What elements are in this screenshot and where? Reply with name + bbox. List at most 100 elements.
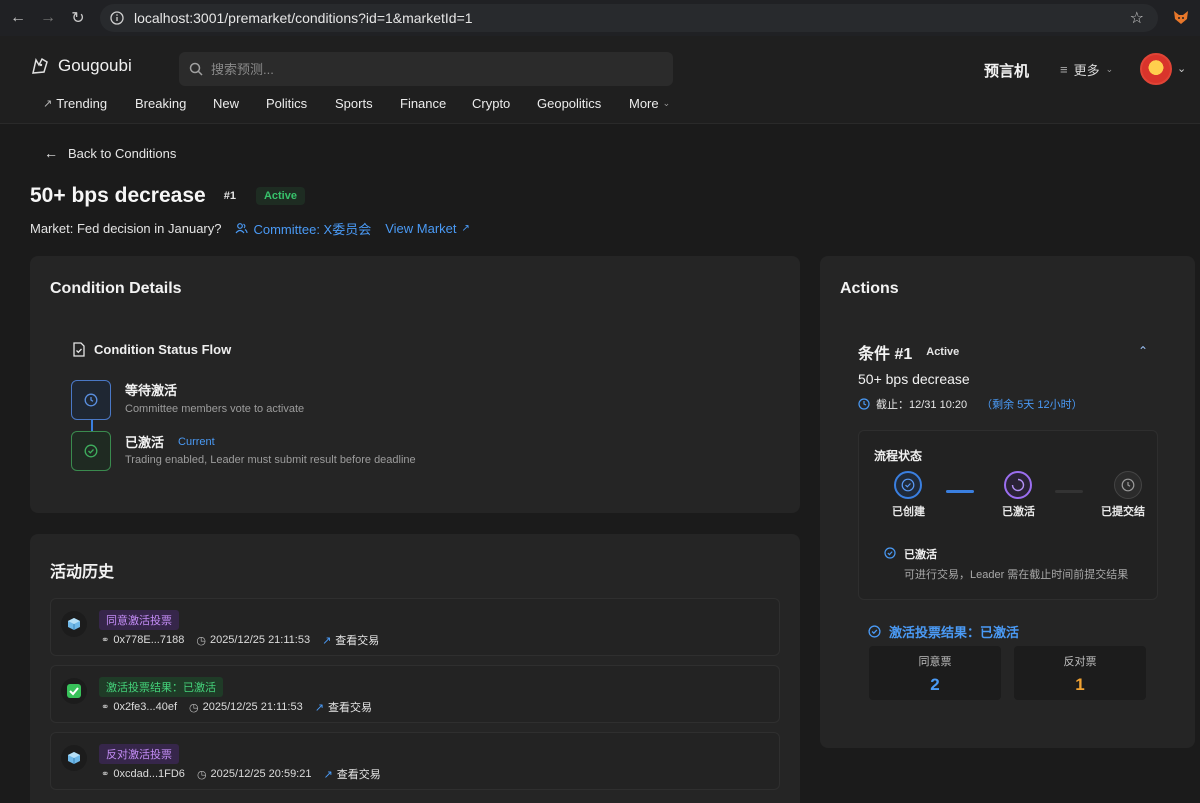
- fox-extension-icon[interactable]: [1172, 8, 1190, 26]
- condition-details-title: Condition Details: [50, 280, 182, 297]
- search-input[interactable]: [211, 61, 651, 77]
- activity-item: 激活投票结果：已激活 ⚭ 0x2fe3...40ef ◷ 2025/12/25 2…: [50, 665, 780, 723]
- forward-arrow-icon[interactable]: →: [34, 4, 62, 32]
- flow-node-label: 已激活: [1002, 506, 1035, 518]
- flow-node-label: 已创建: [892, 506, 925, 518]
- info-icon[interactable]: [110, 11, 124, 25]
- nav-politics[interactable]: Politics: [266, 96, 335, 111]
- condition-status: Active: [926, 346, 960, 358]
- clock-icon: [858, 398, 870, 410]
- title-row: 50+ bps decrease #1 Active: [30, 184, 305, 208]
- nav-sports[interactable]: Sports: [335, 96, 400, 111]
- condition-number: #1: [223, 190, 236, 202]
- check-circle-icon: [884, 547, 896, 559]
- flow-status-desc: 可进行交易，Leader 需在截止时间前提交结果: [904, 569, 1129, 581]
- back-arrow-icon[interactable]: ←: [4, 4, 32, 32]
- more-menu-button[interactable]: ≡ 更多 ⌄: [1060, 60, 1113, 79]
- condition-details-card: Condition Details Condition Status Flow …: [30, 256, 800, 513]
- avatar-chevron-icon[interactable]: ⌄: [1177, 62, 1186, 75]
- view-tx-link[interactable]: ↗ 查看交易: [323, 766, 380, 782]
- chevron-up-icon[interactable]: ⌃: [1138, 344, 1148, 358]
- remaining-time: （剩余 5天 12小时）: [981, 399, 1083, 411]
- cube-icon: [61, 745, 87, 771]
- bookmark-star-icon[interactable]: ☆: [1130, 8, 1144, 28]
- clock-icon: [1121, 478, 1135, 492]
- view-market-link[interactable]: View Market ↗: [385, 221, 470, 236]
- nav-breaking[interactable]: Breaking: [135, 96, 213, 111]
- arrow-left-icon: ←: [44, 145, 58, 161]
- search-box[interactable]: [179, 52, 673, 86]
- reject-votes-count: 1: [1075, 675, 1085, 694]
- actions-title: Actions: [840, 280, 899, 297]
- activity-tag: 激活投票结果：已激活: [99, 677, 223, 697]
- trending-icon: ↗: [43, 98, 53, 110]
- activity-meta: ⚭ 0x2fe3...40ef ◷ 2025/12/25 21:11:53 ↗ 查看…: [101, 699, 372, 715]
- activity-time: 2025/12/25 21:11:53: [202, 701, 303, 713]
- flow-node-created: [894, 471, 922, 499]
- step-waiting-box: [71, 380, 111, 420]
- activity-history-card: 活动历史 同意激活投票 ⚭ 0x778E...7188 ◷ 2025/12/25 …: [30, 534, 800, 803]
- step-1-desc: Committee members vote to activate: [125, 403, 305, 415]
- step-active-box: [71, 431, 111, 471]
- check-icon: [61, 678, 87, 704]
- external-link-icon: ↗: [323, 768, 333, 781]
- view-tx-link[interactable]: ↗ 查看交易: [322, 632, 379, 648]
- step-2-desc: Trading enabled, Leader must submit resu…: [125, 454, 416, 466]
- oracle-link[interactable]: 预言机: [984, 60, 1029, 81]
- nav-more[interactable]: More ⌄: [629, 96, 670, 111]
- activity-address[interactable]: 0x778E...7188: [113, 634, 184, 646]
- deadline-row: 截止：12/31 10:20 （剩余 5天 12小时）: [858, 396, 1083, 412]
- condition-label: 条件 #1: [858, 346, 913, 363]
- reload-icon[interactable]: ↻: [64, 4, 92, 32]
- step-2-name: 已激活: [125, 435, 165, 450]
- activity-address[interactable]: 0x2fe3...40ef: [113, 701, 177, 713]
- view-tx-link[interactable]: ↗ 查看交易: [315, 699, 372, 715]
- status-badge: Active: [255, 187, 305, 205]
- search-icon: [189, 62, 203, 76]
- user-icon: ⚭: [101, 768, 110, 780]
- clock-icon: ◷: [196, 768, 207, 781]
- back-to-conditions-link[interactable]: ← Back to Conditions: [44, 145, 176, 161]
- nav-new[interactable]: New: [213, 96, 266, 111]
- more-menu-label: 更多: [1073, 63, 1100, 78]
- external-link-icon: ↗: [314, 701, 324, 714]
- flow-status-title: 流程状态: [874, 449, 923, 463]
- external-link-icon: ↗: [461, 223, 470, 234]
- reject-votes-box: 反对票 1: [1014, 646, 1146, 700]
- logo[interactable]: Gougoubi: [30, 56, 132, 76]
- menu-icon: ≡: [1060, 62, 1068, 77]
- user-icon: ⚭: [101, 701, 110, 713]
- meta-row: Market: Fed decision in January? Committ…: [30, 219, 470, 238]
- activity-address[interactable]: 0xcdad...1FD6: [113, 768, 185, 780]
- external-link-icon: ↗: [322, 634, 332, 647]
- address-bar[interactable]: localhost:3001/premarket/conditions?id=1…: [100, 4, 1158, 32]
- nav-finance[interactable]: Finance: [400, 96, 472, 111]
- flow-node-submitted: [1114, 471, 1142, 499]
- flow-node-activated: [1004, 471, 1032, 499]
- step-1-name: 等待激活: [125, 383, 178, 398]
- nav-geopolitics[interactable]: Geopolitics: [537, 96, 629, 111]
- clock-icon: ◷: [196, 634, 206, 647]
- spinner-icon: [1011, 478, 1025, 492]
- avatar[interactable]: [1140, 53, 1172, 85]
- app-header: Gougoubi 预言机 ≡ 更多 ⌄ ⌄ ↗Trending Breaking…: [0, 36, 1200, 124]
- check-circle-icon: [868, 625, 881, 638]
- activity-title: 活动历史: [50, 564, 115, 581]
- logo-text: Gougoubi: [58, 56, 132, 75]
- condition-name: 50+ bps decrease: [858, 371, 970, 387]
- committee-link[interactable]: Committee: X委员会: [235, 219, 371, 238]
- approve-votes-box: 同意票 2: [869, 646, 1001, 700]
- check-circle-icon: [84, 444, 98, 458]
- reject-votes-label: 反对票: [1063, 656, 1097, 668]
- flow-line-done: [946, 490, 974, 493]
- activity-meta: ⚭ 0xcdad...1FD6 ◷ 2025/12/25 20:59:21 ↗ 查看…: [101, 766, 381, 782]
- cube-icon: [61, 611, 87, 637]
- flow-status-box: 流程状态 已创建 已激活 已提交结 已激活 可进行交易，Leader 需在截止时…: [858, 430, 1158, 600]
- url-text[interactable]: localhost:3001/premarket/conditions?id=1…: [134, 10, 473, 26]
- activity-time: 2025/12/25 21:11:53: [209, 634, 311, 646]
- back-label: Back to Conditions: [68, 145, 177, 161]
- flow-line-pending: [1055, 490, 1083, 493]
- nav-trending[interactable]: ↗ Trending: [43, 96, 135, 111]
- nav-crypto[interactable]: Crypto: [472, 96, 537, 111]
- condition-header: 条件 #1 Active: [858, 340, 959, 364]
